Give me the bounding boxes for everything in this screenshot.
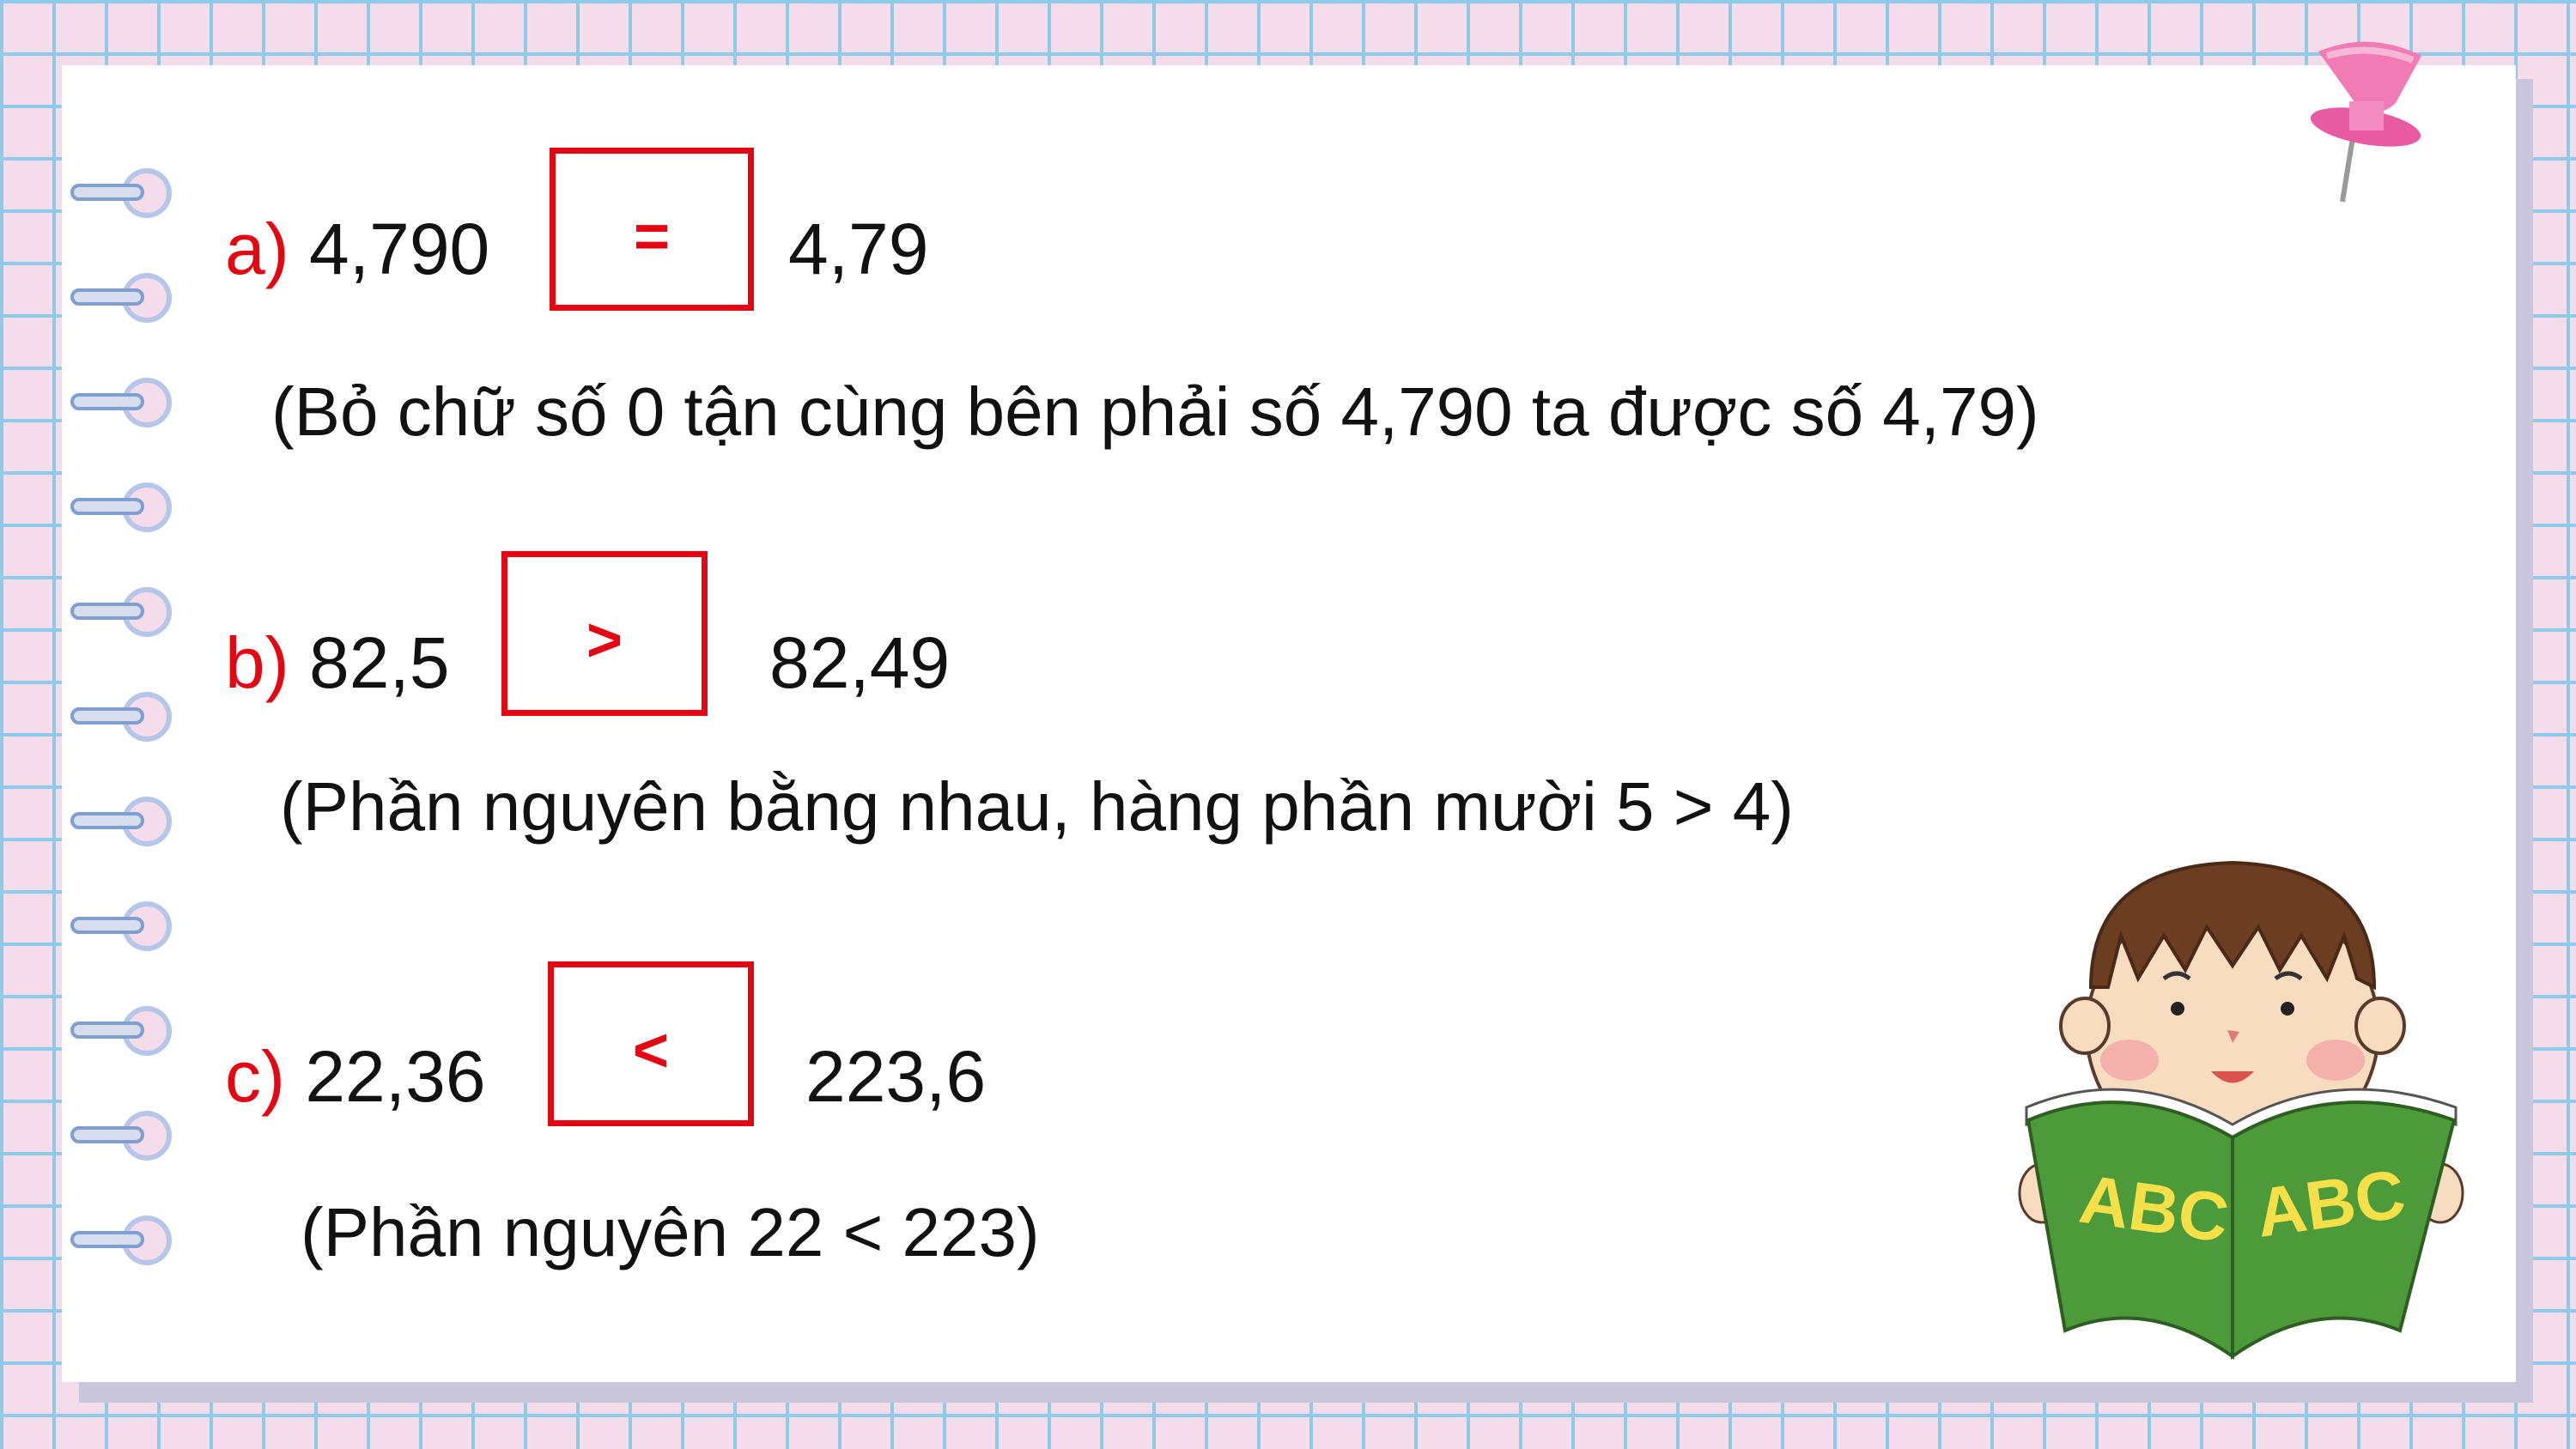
item-label: b) (225, 622, 289, 703)
push-pin-icon (2310, 41, 2421, 203)
left-number: 4,790 (309, 209, 490, 289)
item-label: a) (225, 209, 289, 289)
notebook-ring-icon (70, 692, 172, 742)
notebook-ring-icon (70, 797, 172, 846)
notebook-ring-icon (70, 1216, 172, 1265)
notebook-ring-icon (70, 378, 172, 427)
item-c-row: c) 22,36 (225, 1040, 486, 1113)
comparison-answer-box: = (550, 148, 754, 311)
left-number: 82,5 (309, 622, 450, 703)
notebook-ring-icon (70, 587, 172, 637)
right-number: 4,79 (788, 209, 929, 289)
item-b-row: b) 82,5 (225, 627, 450, 699)
comparison-answer-box: < (548, 961, 754, 1126)
right-number: 82,49 (769, 622, 951, 703)
item-a-row: a) 4,790 (225, 213, 489, 285)
notebook-ring-icon (70, 168, 172, 218)
left-number: 22,36 (305, 1036, 486, 1117)
notebook-ring-icon (70, 901, 172, 951)
right-number: 223,6 (805, 1036, 987, 1117)
comparison-answer-box: > (501, 551, 708, 716)
notebook-ring-icon (70, 482, 172, 532)
notebook-ring-icon (70, 273, 172, 323)
notebook-ring-icon (70, 1111, 172, 1161)
explanation-note: (Bỏ chữ số 0 tận cùng bên phải số 4,790 … (271, 373, 2039, 450)
explanation-note: (Phần nguyên bằng nhau, hàng phần mười 5… (280, 768, 1794, 845)
notebook-ring-icon (70, 1006, 172, 1056)
item-label: c) (225, 1036, 285, 1117)
explanation-note: (Phần nguyên 22 < 223) (301, 1194, 1040, 1270)
boy-reading-book-illustration: ABC ABC (2018, 860, 2464, 1360)
